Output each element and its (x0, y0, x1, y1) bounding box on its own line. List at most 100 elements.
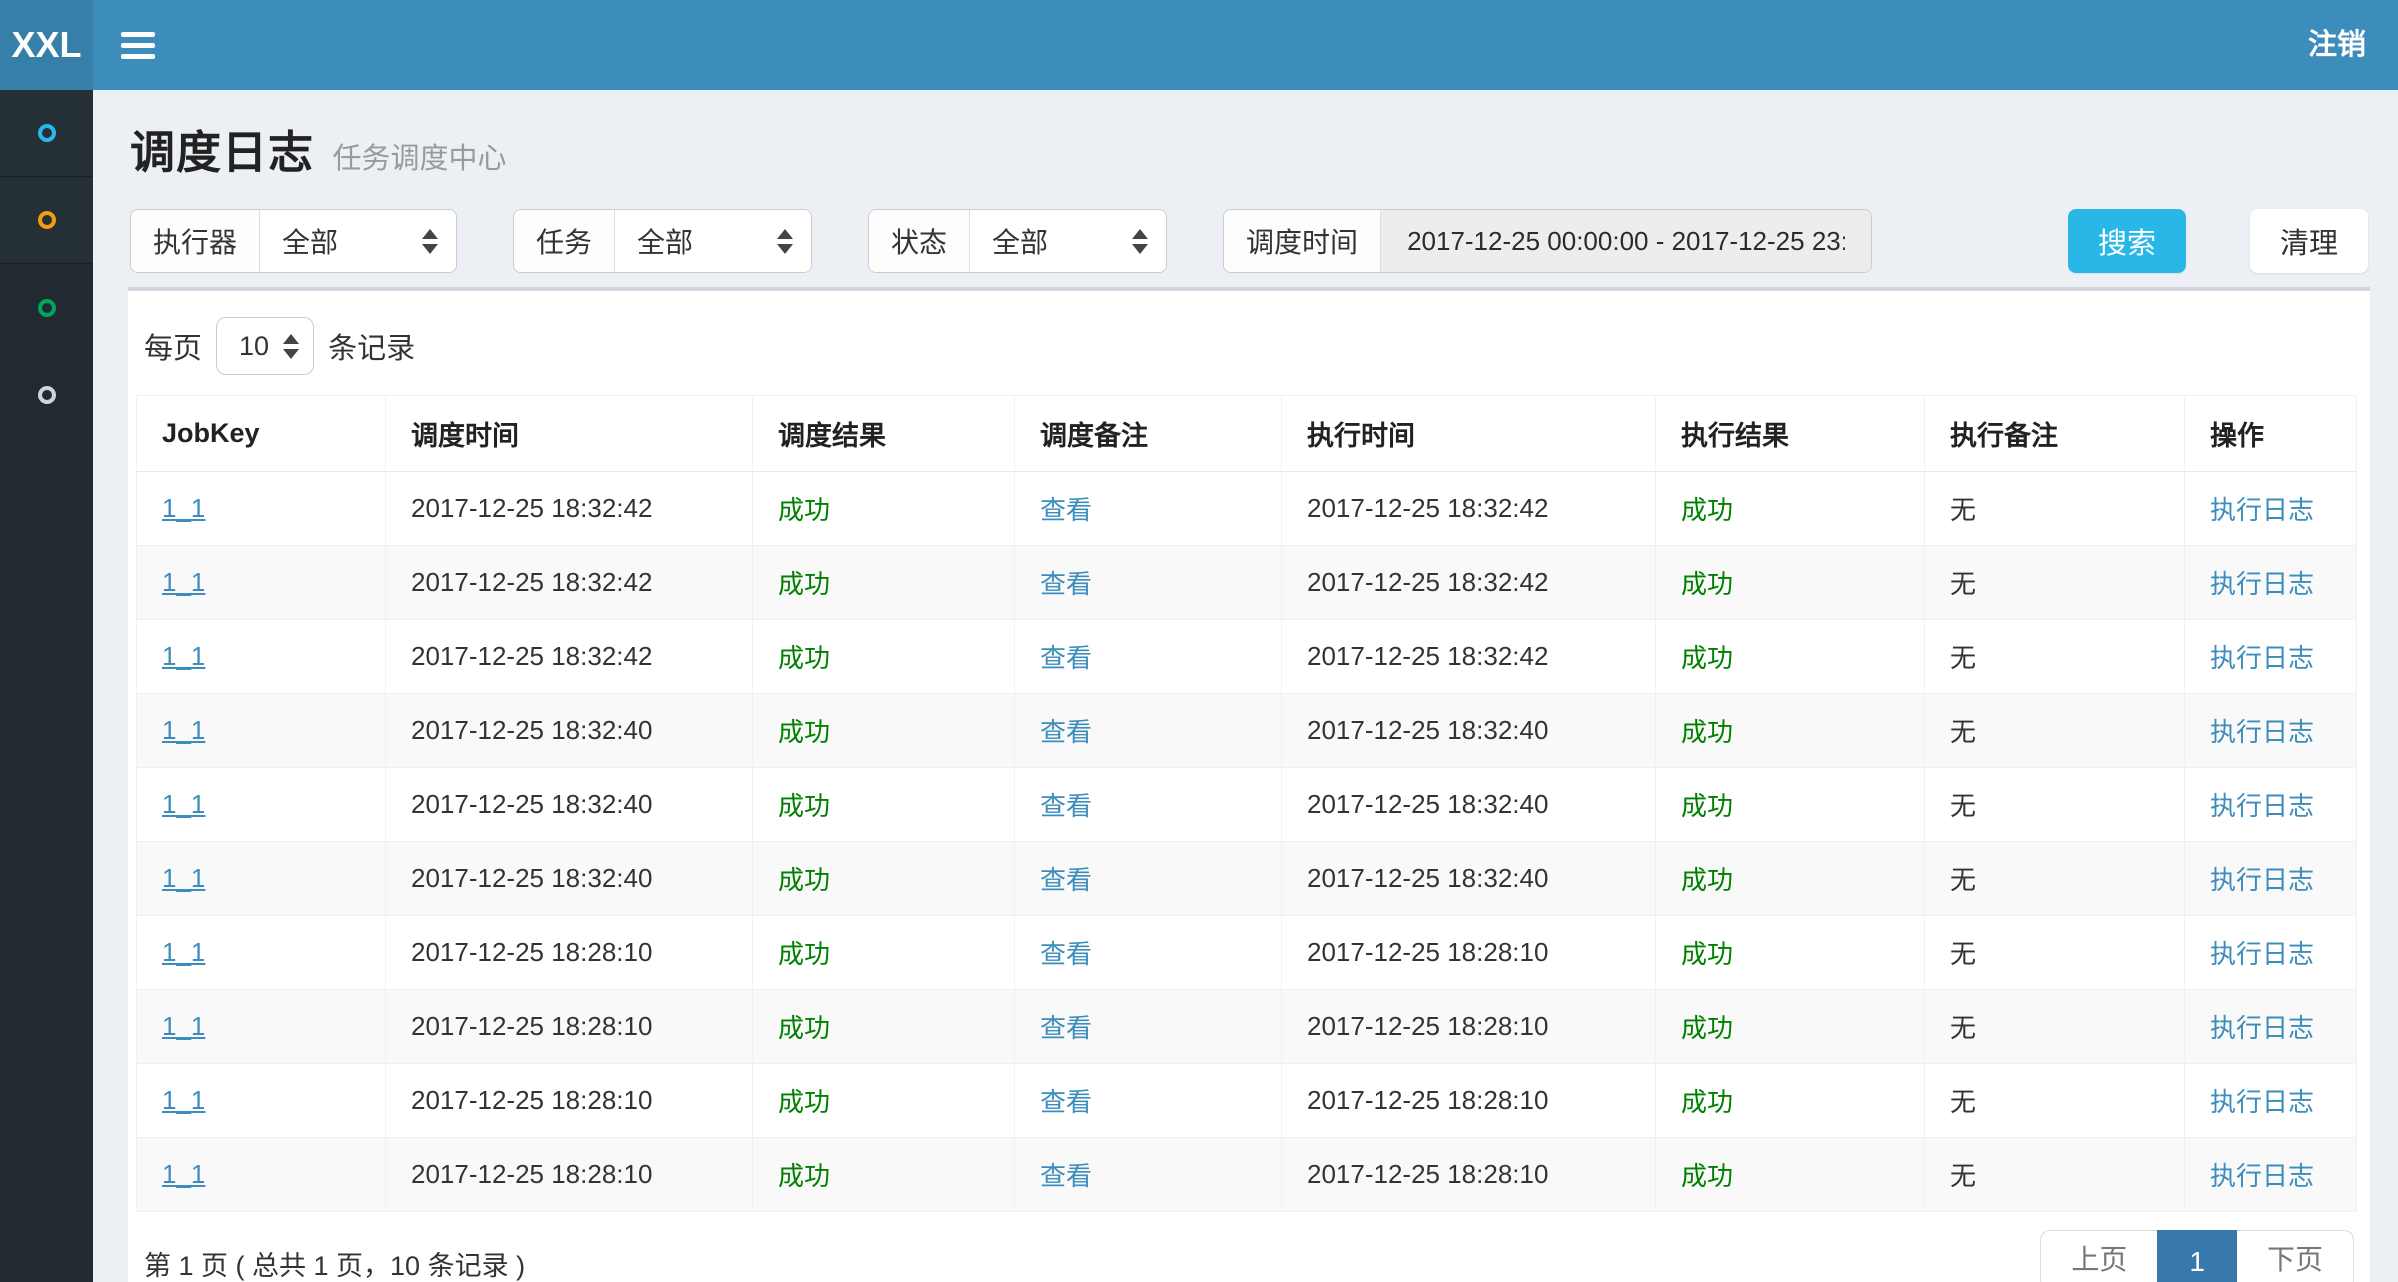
table-row: 1_1 2017-12-25 18:32:40 成功 查看 2017-12-25… (137, 842, 2357, 916)
dispatch-log-table: JobKey 调度时间 调度结果 调度备注 执行时间 执行结果 执行备注 操作 … (136, 395, 2357, 1212)
handle-msg-cell: 无 (1925, 620, 2185, 694)
handle-result-cell: 成功 (1656, 472, 1925, 546)
execution-log-link[interactable]: 执行日志 (2210, 717, 2314, 747)
clear-button[interactable]: 清理 (2250, 209, 2368, 273)
table-footer: 第 1 页 ( 总共 1 页，10 条记录 ) 上页 1 下页 (144, 1230, 2354, 1282)
trigger-result-cell: 成功 (753, 768, 1015, 842)
execution-log-link[interactable]: 执行日志 (2210, 569, 2314, 599)
handle-msg-cell: 无 (1925, 472, 2185, 546)
handle-time-cell: 2017-12-25 18:32:42 (1282, 546, 1656, 620)
execution-log-link[interactable]: 执行日志 (2210, 1161, 2314, 1191)
log-table-panel: 每页 10 条记录 JobKey 调度时间 调度结果 调度备注 执行时间 执行结… (128, 287, 2370, 1282)
trigger-result-cell: 成功 (753, 472, 1015, 546)
status-filter-group: 状态 全部 (868, 209, 1167, 273)
trigger-msg-view-link[interactable]: 查看 (1040, 1161, 1092, 1191)
jobkey-link[interactable]: 1_1 (162, 1085, 205, 1115)
handle-result-cell: 成功 (1656, 1064, 1925, 1138)
status-select[interactable]: 全部 (970, 210, 1166, 272)
sidebar-item-4[interactable] (0, 351, 93, 438)
trigger-time-cell: 2017-12-25 18:32:40 (386, 768, 753, 842)
trigger-msg-view-link[interactable]: 查看 (1040, 643, 1092, 673)
top-navbar: XXL 注销 (0, 0, 2398, 90)
trigger-time-filter-label: 调度时间 (1224, 210, 1381, 272)
execution-log-link[interactable]: 执行日志 (2210, 1087, 2314, 1117)
handle-msg-cell: 无 (1925, 916, 2185, 990)
trigger-result-cell: 成功 (753, 620, 1015, 694)
table-row: 1_1 2017-12-25 18:32:42 成功 查看 2017-12-25… (137, 546, 2357, 620)
page-length-select[interactable]: 10 (216, 317, 314, 375)
jobkey-link[interactable]: 1_1 (162, 937, 205, 967)
job-filter-group: 任务 全部 (513, 209, 812, 273)
executor-select[interactable]: 全部 (260, 210, 456, 272)
col-header-trigger-msg: 调度备注 (1015, 396, 1282, 472)
col-header-handle-result: 执行结果 (1656, 396, 1925, 472)
sidebar-item-3[interactable] (0, 264, 93, 351)
pagination-info: 第 1 页 ( 总共 1 页，10 条记录 ) (144, 1230, 525, 1282)
handle-time-cell: 2017-12-25 18:32:42 (1282, 472, 1656, 546)
trigger-time-cell: 2017-12-25 18:28:10 (386, 1138, 753, 1212)
trigger-msg-view-link[interactable]: 查看 (1040, 717, 1092, 747)
handle-result-cell: 成功 (1656, 842, 1925, 916)
logout-link[interactable]: 注销 (2276, 0, 2398, 90)
sidebar-item-1[interactable] (0, 90, 93, 177)
trigger-time-cell: 2017-12-25 18:32:42 (386, 546, 753, 620)
handle-result-cell: 成功 (1656, 916, 1925, 990)
sidebar-toggle-button[interactable] (93, 0, 183, 90)
jobkey-link[interactable]: 1_1 (162, 567, 205, 597)
execution-log-link[interactable]: 执行日志 (2210, 865, 2314, 895)
handle-msg-cell: 无 (1925, 842, 2185, 916)
jobkey-link[interactable]: 1_1 (162, 715, 205, 745)
table-header-row: JobKey 调度时间 调度结果 调度备注 执行时间 执行结果 执行备注 操作 (137, 396, 2357, 472)
handle-result-cell: 成功 (1656, 694, 1925, 768)
app-logo[interactable]: XXL (0, 0, 93, 90)
execution-log-link[interactable]: 执行日志 (2210, 791, 2314, 821)
trigger-msg-view-link[interactable]: 查看 (1040, 791, 1092, 821)
content-area: 调度日志 任务调度中心 执行器 全部 任务 全部 状态 全部 调度时 (93, 0, 2398, 1282)
sidebar-item-2[interactable] (0, 177, 93, 264)
page-length-prefix: 每页 (144, 325, 202, 367)
table-row: 1_1 2017-12-25 18:28:10 成功 查看 2017-12-25… (137, 916, 2357, 990)
executor-filter-group: 执行器 全部 (130, 209, 457, 273)
circle-o-icon (38, 299, 56, 317)
trigger-msg-view-link[interactable]: 查看 (1040, 1087, 1092, 1117)
trigger-msg-view-link[interactable]: 查看 (1040, 1013, 1092, 1043)
prev-page-button[interactable]: 上页 (2041, 1231, 2157, 1282)
jobkey-link[interactable]: 1_1 (162, 789, 205, 819)
handle-result-cell: 成功 (1656, 546, 1925, 620)
job-select[interactable]: 全部 (615, 210, 811, 272)
pagination: 上页 1 下页 (2040, 1230, 2354, 1282)
trigger-msg-view-link[interactable]: 查看 (1040, 495, 1092, 525)
trigger-time-range-input[interactable] (1381, 210, 1871, 272)
circle-o-icon (38, 386, 56, 404)
handle-msg-cell: 无 (1925, 694, 2185, 768)
search-button[interactable]: 搜索 (2068, 209, 2186, 273)
trigger-time-filter-group: 调度时间 (1223, 209, 1872, 273)
table-row: 1_1 2017-12-25 18:28:10 成功 查看 2017-12-25… (137, 1064, 2357, 1138)
execution-log-link[interactable]: 执行日志 (2210, 1013, 2314, 1043)
table-row: 1_1 2017-12-25 18:28:10 成功 查看 2017-12-25… (137, 990, 2357, 1064)
jobkey-link[interactable]: 1_1 (162, 493, 205, 523)
jobkey-link[interactable]: 1_1 (162, 863, 205, 893)
col-header-jobkey: JobKey (137, 396, 386, 472)
execution-log-link[interactable]: 执行日志 (2210, 643, 2314, 673)
trigger-msg-view-link[interactable]: 查看 (1040, 569, 1092, 599)
executor-filter-label: 执行器 (131, 210, 260, 272)
hamburger-icon (121, 32, 155, 37)
execution-log-link[interactable]: 执行日志 (2210, 939, 2314, 969)
current-page-button[interactable]: 1 (2157, 1230, 2237, 1282)
status-filter-label: 状态 (869, 210, 970, 272)
jobkey-link[interactable]: 1_1 (162, 641, 205, 671)
handle-time-cell: 2017-12-25 18:32:40 (1282, 694, 1656, 768)
table-row: 1_1 2017-12-25 18:28:10 成功 查看 2017-12-25… (137, 1138, 2357, 1212)
handle-msg-cell: 无 (1925, 1138, 2185, 1212)
trigger-msg-view-link[interactable]: 查看 (1040, 865, 1092, 895)
execution-log-link[interactable]: 执行日志 (2210, 495, 2314, 525)
next-page-button[interactable]: 下页 (2237, 1231, 2353, 1282)
col-header-handle-msg: 执行备注 (1925, 396, 2185, 472)
trigger-msg-view-link[interactable]: 查看 (1040, 939, 1092, 969)
trigger-result-cell: 成功 (753, 546, 1015, 620)
jobkey-link[interactable]: 1_1 (162, 1011, 205, 1041)
handle-result-cell: 成功 (1656, 1138, 1925, 1212)
jobkey-link[interactable]: 1_1 (162, 1159, 205, 1189)
handle-time-cell: 2017-12-25 18:28:10 (1282, 1138, 1656, 1212)
